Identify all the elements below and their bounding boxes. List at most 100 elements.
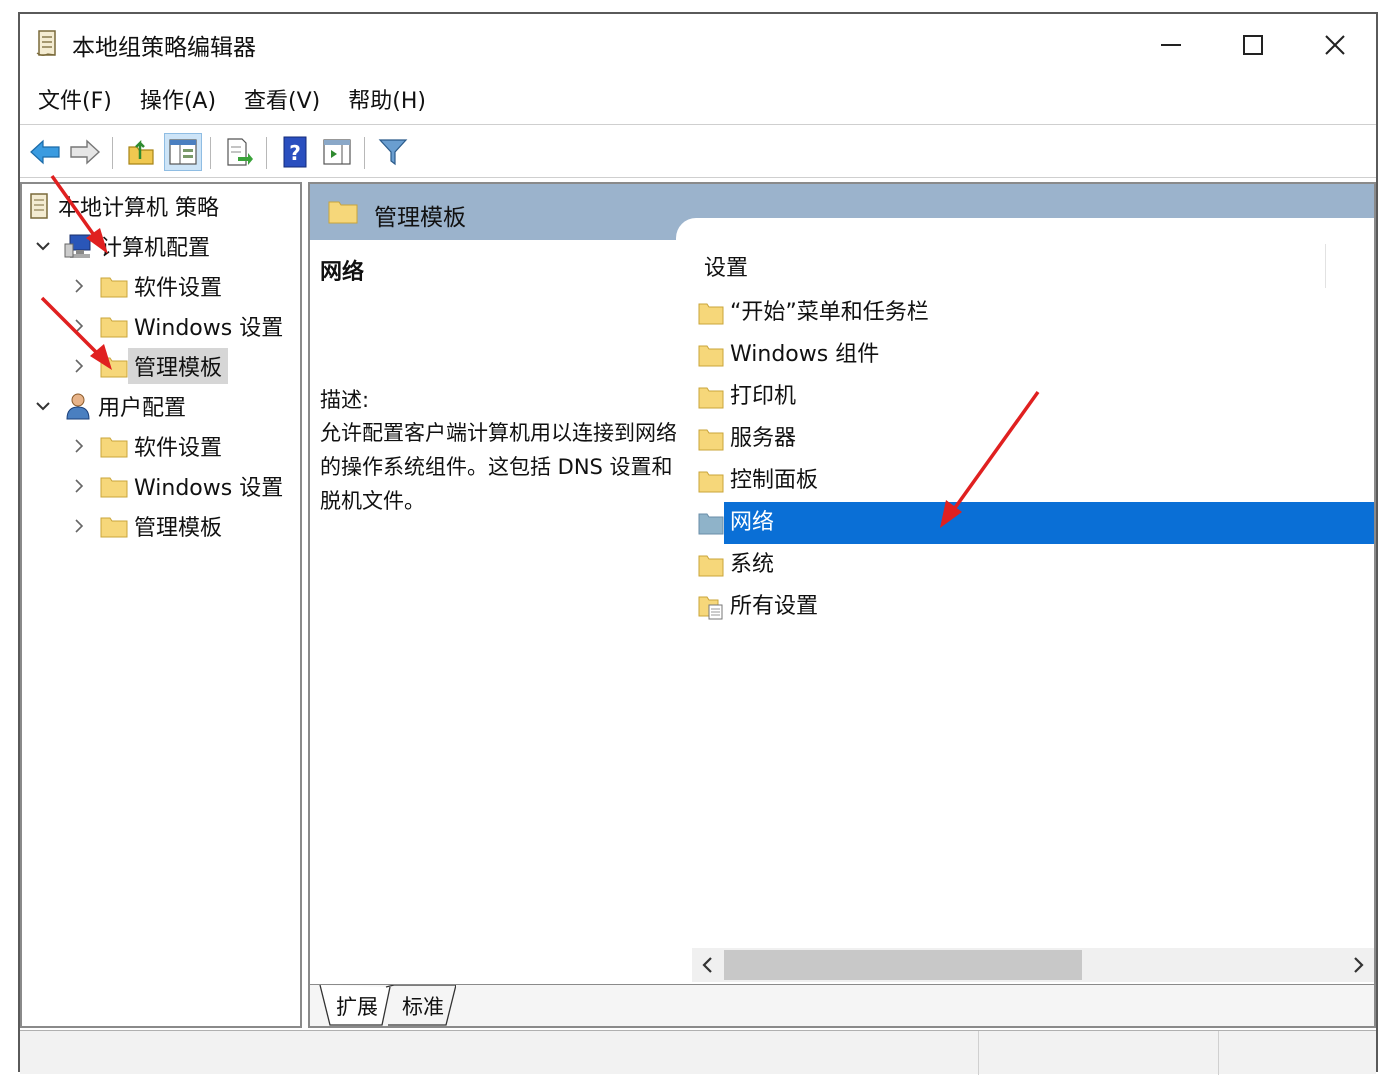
up-one-level-button[interactable]: [122, 133, 160, 171]
tree-computer-config[interactable]: 计算机配置: [36, 228, 216, 264]
list-item-label: 系统: [730, 552, 775, 577]
close-button[interactable]: [1312, 26, 1358, 64]
menu-view[interactable]: 查看(V): [244, 83, 320, 115]
window-title: 本地组策略编辑器: [72, 35, 256, 61]
all-settings-folder-icon: [698, 596, 723, 620]
filter-button[interactable]: [374, 133, 412, 171]
list-item-label: 服务器: [730, 426, 797, 451]
menu-action[interactable]: 操作(A): [140, 83, 216, 115]
maximize-icon: [1243, 35, 1263, 55]
folder-icon: [328, 201, 358, 224]
menu-bar: 文件(F) 操作(A) 查看(V) 帮助(H): [20, 76, 1376, 122]
menu-file[interactable]: 文件(F): [38, 83, 112, 115]
show-hide-tree-icon: [169, 139, 197, 165]
navigation-tree: 本地计算机 策略 计算机配置 软件设置 Windows 设置 管理模板 用户配置…: [20, 182, 302, 1028]
tree-user-config-label: 用户配置: [98, 396, 187, 421]
tree-computer-software-settings[interactable]: 软件设置: [72, 268, 228, 304]
list-item-label: Windows 组件: [730, 342, 880, 367]
forward-button[interactable]: [66, 133, 104, 171]
settings-list: 设置 “开始”菜单和任务栏 Windows 组件 打印机 服务器 控制面板 网络…: [676, 218, 1374, 982]
user-icon: [66, 393, 90, 420]
chevron-down-icon[interactable]: [36, 239, 50, 253]
export-list-icon: [227, 138, 253, 166]
folder-icon: [698, 429, 724, 451]
list-item[interactable]: Windows 组件: [698, 334, 1374, 376]
folder-icon: [100, 317, 128, 338]
chevron-down-icon[interactable]: [36, 399, 50, 413]
tree-computer-admin-templates[interactable]: 管理模板: [72, 348, 229, 384]
horizontal-scrollbar[interactable]: [692, 948, 1374, 982]
tab-extended[interactable]: 扩展: [324, 987, 390, 1025]
list-item-label: 打印机: [730, 384, 797, 409]
list-item[interactable]: 控制面板: [698, 460, 1374, 502]
minimize-icon: [1161, 44, 1181, 46]
details-header-title: 管理模板: [374, 205, 466, 231]
scroll-left-icon[interactable]: [698, 955, 718, 975]
list-item-label: “开始”菜单和任务栏: [730, 300, 929, 325]
chevron-right-icon[interactable]: [72, 479, 86, 493]
folder-icon: [698, 555, 724, 577]
list-item[interactable]: “开始”菜单和任务栏: [698, 292, 1374, 334]
computer-icon: [64, 234, 91, 258]
tree-root[interactable]: 本地计算机 策略: [28, 188, 225, 224]
scroll-right-icon[interactable]: [1348, 955, 1368, 975]
list-item[interactable]: 服务器: [698, 418, 1374, 460]
list-item-label: 所有设置: [730, 594, 819, 619]
tree-item-label: Windows 设置: [134, 316, 284, 341]
list-item-label: 控制面板: [730, 468, 819, 493]
description-text: 允许配置客户端计算机用以连接到网络的操作系统组件。这包括 DNS 设置和脱机文件…: [320, 421, 677, 513]
list-item[interactable]: 所有设置: [698, 586, 1374, 628]
list-item[interactable]: 系统: [698, 544, 1374, 586]
toolbar: ?: [20, 124, 1376, 178]
tab-standard[interactable]: 标准: [390, 987, 456, 1025]
forward-icon: [70, 139, 101, 165]
tree-computer-windows-settings[interactable]: Windows 设置: [72, 308, 289, 344]
help-button[interactable]: ?: [276, 133, 314, 171]
tree-item-label: 管理模板: [128, 348, 229, 384]
show-action-pane-button[interactable]: [318, 133, 356, 171]
details-pane: 管理模板 网络 描述: 允许配置客户端计算机用以连接到网络的操作系统组件。这包括…: [308, 182, 1376, 1028]
minimize-button[interactable]: [1148, 26, 1194, 64]
folder-icon: [100, 357, 128, 378]
chevron-right-icon[interactable]: [72, 359, 86, 373]
close-icon: [1325, 35, 1345, 55]
list-item-selected[interactable]: 网络: [698, 502, 1374, 544]
tree-user-software-settings[interactable]: 软件设置: [72, 428, 228, 464]
group-policy-editor-window: 本地组策略编辑器 文件(F) 操作(A) 查看(V) 帮助(H) ? 本地计算机…: [18, 12, 1378, 1075]
export-list-button[interactable]: [220, 133, 258, 171]
list-item-label: 网络: [724, 502, 1374, 544]
list-item[interactable]: 打印机: [698, 376, 1374, 418]
folder-icon: [698, 513, 724, 535]
up-folder-icon: [128, 139, 154, 165]
menu-help[interactable]: 帮助(H): [348, 83, 426, 115]
chevron-right-icon[interactable]: [72, 279, 86, 293]
folder-icon: [698, 387, 724, 409]
back-button[interactable]: [26, 133, 64, 171]
tree-root-label: 本地计算机 策略: [58, 196, 219, 221]
scrollbar-thumb[interactable]: [724, 950, 1082, 980]
description-title: 网络: [320, 260, 365, 285]
show-hide-tree-button[interactable]: [164, 133, 202, 171]
column-header-setting[interactable]: 设置: [704, 250, 748, 282]
chevron-right-icon[interactable]: [72, 439, 86, 453]
help-icon: ?: [283, 136, 307, 168]
chevron-right-icon[interactable]: [72, 319, 86, 333]
folder-icon: [100, 517, 128, 538]
maximize-button[interactable]: [1230, 26, 1276, 64]
tree-item-label: 软件设置: [134, 436, 223, 461]
chevron-right-icon[interactable]: [72, 519, 86, 533]
policy-editor-app-icon: [36, 28, 60, 58]
filter-icon: [378, 139, 408, 166]
tree-item-label: 管理模板: [134, 516, 223, 541]
tree-computer-config-label: 计算机配置: [100, 236, 211, 261]
show-action-pane-icon: [323, 139, 351, 165]
folder-icon: [100, 437, 128, 458]
description-label: 描述:: [320, 388, 370, 412]
tree-user-windows-settings[interactable]: Windows 设置: [72, 468, 289, 504]
tree-user-admin-templates[interactable]: 管理模板: [72, 508, 228, 544]
policy-scroll-icon: [30, 193, 48, 219]
tree-user-config[interactable]: 用户配置: [36, 388, 192, 424]
folder-icon: [698, 345, 724, 367]
svg-text:?: ?: [289, 141, 301, 165]
tree-item-label: 软件设置: [134, 276, 223, 301]
